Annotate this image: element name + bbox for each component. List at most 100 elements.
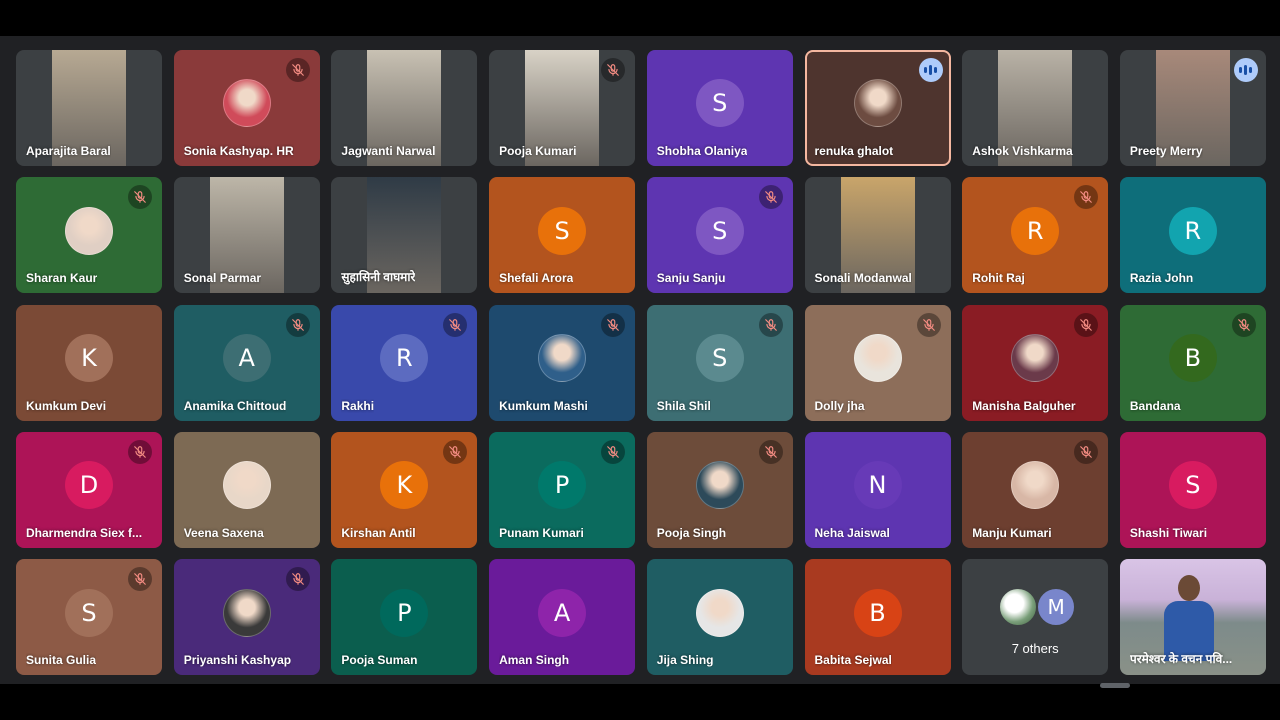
mic-off-icon <box>285 567 310 592</box>
profile-photo-avatar <box>853 333 902 382</box>
profile-photo-avatar <box>222 588 271 637</box>
profile-photo-avatar <box>1011 333 1060 382</box>
participant-tile[interactable]: P Punam Kumari <box>489 431 636 548</box>
participant-name: सुहासिनी वाघमारे <box>341 270 416 285</box>
others-tile[interactable]: M 7 others <box>962 559 1109 676</box>
participant-tile[interactable]: Dolly jha <box>804 304 951 421</box>
participant-tile[interactable]: सुहासिनी वाघमारे <box>331 177 478 294</box>
participant-name: Bandana <box>1129 398 1181 413</box>
participant-tile[interactable]: Ashok Vishkarma <box>962 50 1109 166</box>
participant-tile[interactable]: Manisha Balguher <box>962 304 1109 421</box>
participant-tile[interactable]: N Neha Jaiswal <box>804 431 951 548</box>
participant-tile[interactable]: Manju Kumari <box>962 431 1109 548</box>
participant-name: Rohit Raj <box>972 271 1025 286</box>
participant-tile[interactable]: Priyanshi Kashyap <box>173 559 320 676</box>
participant-tile[interactable]: Sharan Kaur <box>16 177 162 294</box>
participant-name: Sharan Kaur <box>26 271 98 286</box>
mic-off-icon <box>1074 185 1099 210</box>
participant-tile[interactable]: Sonia Kashyap. HR <box>173 50 320 166</box>
others-avatar-initial: M <box>1036 587 1077 628</box>
others-count-label: 7 others <box>1011 641 1059 657</box>
profile-photo-avatar <box>538 333 587 382</box>
participant-tile[interactable]: Pooja Kumari <box>489 50 636 166</box>
mic-off-icon <box>1074 312 1099 337</box>
profile-photo-avatar <box>65 206 113 255</box>
participant-tile[interactable]: A Aman Singh <box>489 559 636 676</box>
profile-photo-avatar <box>695 588 744 637</box>
participant-name: Pooja Singh <box>656 525 727 540</box>
participant-name: Manju Kumari <box>972 525 1052 540</box>
participant-name: Aparajita Baral <box>26 144 111 158</box>
participant-tile[interactable]: Sonal Parmar <box>173 177 320 294</box>
mic-off-icon <box>758 185 783 210</box>
mic-off-icon <box>443 439 468 464</box>
participant-name: Anamika Chittoud <box>183 398 287 413</box>
participant-tile[interactable]: S Sanju Sanju <box>646 177 793 294</box>
participant-tile[interactable]: B Bandana <box>1119 304 1266 421</box>
participant-name: renuka ghalot <box>814 144 894 158</box>
participant-tile[interactable]: R Rakhi <box>331 304 478 421</box>
participant-name: Sunita Gulia <box>26 653 97 668</box>
participant-tile[interactable]: A Anamika Chittoud <box>173 304 320 421</box>
participant-name: Shobha Olaniya <box>656 144 748 158</box>
participant-tile[interactable]: Pooja Singh <box>646 431 793 548</box>
mic-off-icon <box>128 185 152 210</box>
participant-tile[interactable]: S Shefali Arora <box>489 177 636 294</box>
participant-tile[interactable]: R Rohit Raj <box>962 177 1109 294</box>
participant-name: Sonali Modanwal <box>814 271 912 286</box>
participant-tile[interactable]: S Sunita Gulia <box>16 559 162 676</box>
participant-tile[interactable]: S Shashi Tiwari <box>1119 431 1266 548</box>
participant-tile[interactable]: Kumkum Mashi <box>489 304 636 421</box>
participant-tile[interactable]: K Kirshan Antil <box>331 431 478 548</box>
scroll-handle[interactable] <box>1100 683 1130 688</box>
participant-tile[interactable]: renuka ghalot <box>804 50 951 166</box>
participant-tile[interactable]: D Dharmendra Siex f... <box>16 431 162 548</box>
profile-photo-avatar <box>853 79 902 128</box>
participant-name: Dharmendra Siex f... <box>26 525 143 540</box>
initial-avatar: A <box>538 588 587 637</box>
participant-tile[interactable]: Sonali Modanwal <box>804 177 951 294</box>
initial-avatar: P <box>538 461 587 510</box>
participant-name: Aman Singh <box>499 653 570 668</box>
mic-off-icon <box>758 439 783 464</box>
initial-avatar: B <box>1168 333 1217 382</box>
self-video-tile[interactable]: परमेश्वर के वचन पवि... <box>1119 559 1266 676</box>
participant-grid: Aparajita Baral Sonia Kashyap. HR Jagwanti… <box>0 36 1280 684</box>
participant-tile[interactable]: Preety Merry <box>1119 50 1266 166</box>
mic-off-icon <box>916 312 941 337</box>
participant-name: Pooja Suman <box>341 653 418 668</box>
mic-off-icon <box>1231 312 1256 337</box>
participant-tile[interactable]: Jagwanti Narwal <box>331 50 478 166</box>
participant-tile[interactable]: P Pooja Suman <box>331 559 478 676</box>
initial-avatar: S <box>538 206 587 255</box>
participant-name: Preety Merry <box>1129 144 1203 158</box>
participant-tile[interactable]: S Shila Shil <box>646 304 793 421</box>
participant-name: Rakhi <box>341 398 375 413</box>
mic-off-icon <box>601 58 626 82</box>
profile-photo-avatar <box>695 461 744 510</box>
initial-avatar: R <box>1011 206 1060 255</box>
participant-tile[interactable]: Aparajita Baral <box>16 50 162 166</box>
initial-avatar: P <box>380 588 429 637</box>
participant-name: Razia John <box>1129 271 1194 286</box>
initial-avatar: D <box>65 461 113 510</box>
mic-off-icon <box>128 439 152 464</box>
initial-avatar: K <box>65 333 113 382</box>
speaking-indicator-icon <box>918 58 943 82</box>
participant-tile[interactable]: R Razia John <box>1119 177 1266 294</box>
self-name: परमेश्वर के वचन पवि... <box>1129 652 1233 667</box>
participant-tile[interactable]: K Kumkum Devi <box>16 304 162 421</box>
participant-tile[interactable]: S Shobha Olaniya <box>646 50 793 166</box>
participant-name: Dolly jha <box>814 398 865 413</box>
participant-name: Kirshan Antil <box>341 525 416 540</box>
initial-avatar: S <box>695 333 744 382</box>
participant-name: Sonia Kashyap. HR <box>183 144 294 158</box>
participant-name: Kumkum Devi <box>26 398 107 413</box>
participant-tile[interactable]: B Babita Sejwal <box>804 559 951 676</box>
participant-tile[interactable]: Jija Shing <box>646 559 793 676</box>
participant-name: Shefali Arora <box>499 271 574 286</box>
participant-tile[interactable]: Veena Saxena <box>173 431 320 548</box>
mic-off-icon <box>285 312 310 337</box>
participant-name: Babita Sejwal <box>814 653 892 668</box>
initial-avatar: B <box>853 588 902 637</box>
